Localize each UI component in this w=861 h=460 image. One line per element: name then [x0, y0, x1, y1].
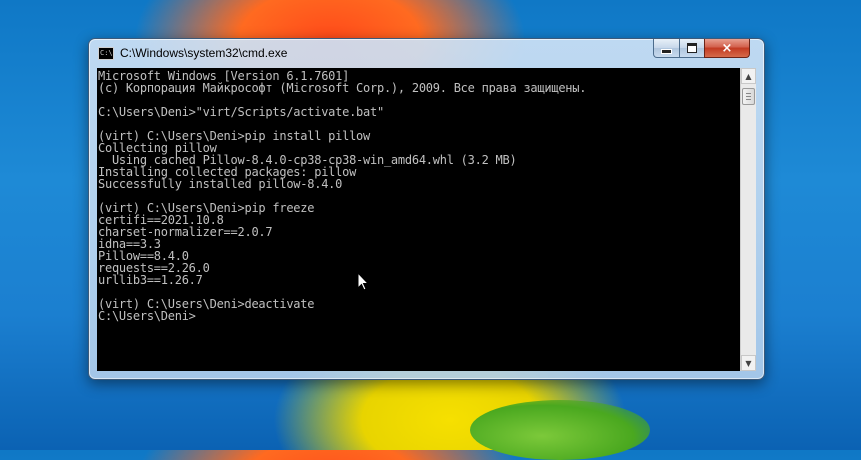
console-line: Successfully installed pillow-8.4.0 — [98, 177, 343, 191]
minimize-button[interactable] — [653, 39, 680, 58]
console-line: urllib3==1.26.7 — [98, 273, 203, 287]
scroll-down-icon: ▼ — [745, 358, 752, 368]
wallpaper-leaf — [470, 400, 650, 460]
scroll-up-button[interactable]: ▲ — [741, 68, 756, 84]
cmd-window[interactable]: C:\ C:\Windows\system32\cmd.exe × Micros… — [88, 38, 765, 380]
vertical-scrollbar[interactable]: ▲ ▼ — [740, 68, 756, 371]
title-bar[interactable]: C:\ C:\Windows\system32\cmd.exe × — [89, 39, 764, 67]
minimize-icon — [661, 48, 672, 54]
console-text: Microsoft Windows [Version 6.1.7601] (c) … — [97, 68, 740, 322]
console-line: charset-normalizer==2.0.7 — [98, 225, 273, 239]
console-line: C:\Users\Deni>"virt/Scripts/activate.bat… — [98, 105, 384, 119]
mouse-cursor-icon — [357, 272, 369, 291]
console-output[interactable]: Microsoft Windows [Version 6.1.7601] (c) … — [97, 68, 740, 371]
console-line: idna==3.3 — [98, 237, 161, 251]
window-title: C:\Windows\system32\cmd.exe — [120, 46, 288, 60]
console-line: C:\Users\Deni> — [98, 309, 196, 323]
scroll-up-icon: ▲ — [745, 71, 752, 81]
maximize-button[interactable] — [679, 39, 705, 58]
console-line: (c) Корпорация Майкрософт (Microsoft Cor… — [98, 81, 587, 95]
close-icon: × — [721, 40, 733, 56]
scroll-thumb[interactable] — [742, 88, 755, 105]
close-button[interactable]: × — [704, 39, 750, 58]
console-icon[interactable]: C:\ — [98, 47, 114, 60]
scroll-down-button[interactable]: ▼ — [741, 355, 756, 371]
maximize-icon — [687, 43, 697, 53]
